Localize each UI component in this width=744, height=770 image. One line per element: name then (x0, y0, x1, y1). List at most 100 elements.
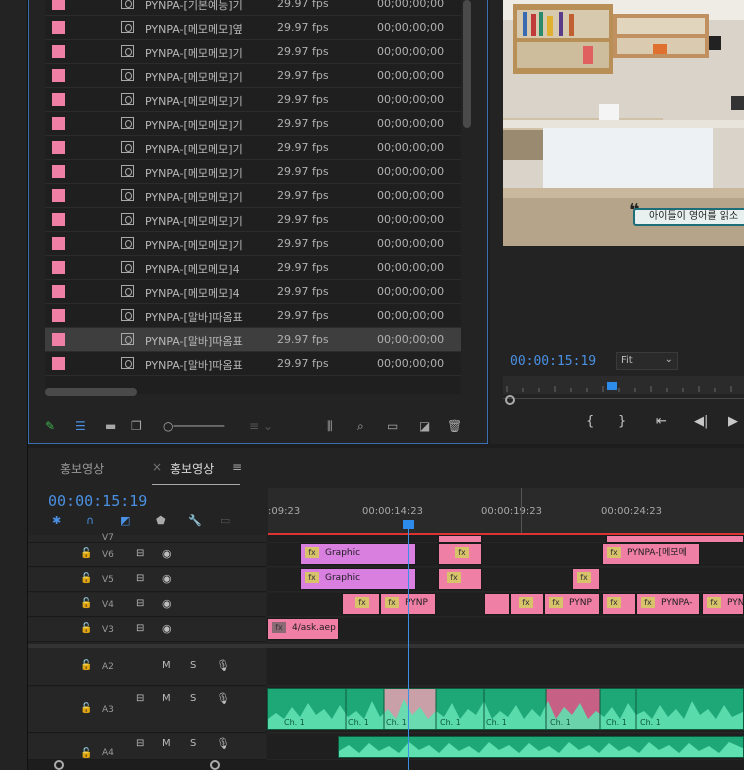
label-color-swatch[interactable] (52, 0, 65, 10)
project-item-row[interactable]: PYNPA-[기본예능]기 29.97 fps 00;00;00;00 (45, 0, 461, 16)
clip-pyn-v4[interactable]: fx PYN (702, 593, 744, 615)
scroll-handle-right[interactable] (210, 760, 220, 770)
mic-icon[interactable]: 🎙 (216, 737, 230, 750)
lane-a2[interactable] (267, 648, 744, 686)
project-item-row[interactable]: PYNPA-[메모메모]기 29.97 fps 00;00;00;00 (45, 232, 461, 256)
mark-out-button[interactable]: } (618, 414, 626, 429)
sync-lock-icon[interactable]: ⊟ (136, 573, 144, 584)
monitor-time-ruler[interactable] (503, 376, 744, 394)
clip-v6[interactable]: fx (438, 543, 482, 565)
project-item-row[interactable]: PYNPA-[메모메모]기 29.97 fps 00;00;00;00 (45, 88, 461, 112)
timeline-scrollbar[interactable] (28, 760, 744, 770)
label-color-swatch[interactable] (52, 333, 65, 346)
audio-clip-a4[interactable] (338, 736, 744, 758)
step-back-button[interactable]: ◀| (694, 414, 708, 429)
clip-v7[interactable] (438, 535, 482, 543)
clip-v4[interactable]: fx (342, 593, 380, 615)
label-color-swatch[interactable] (52, 189, 65, 202)
timeline-ruler[interactable]: :09:23 00:00:14:23 00:00:19:23 00:00:24:… (268, 488, 744, 534)
project-item-list[interactable]: PYNPA-[기본예능]기 29.97 fps 00;00;00;00 PYNPA-[… (45, 0, 461, 394)
list-view-icon[interactable]: ☰ (75, 419, 86, 433)
lock-icon[interactable]: 🔓 (80, 573, 92, 584)
trash-icon[interactable]: 🗑 (447, 419, 462, 433)
label-color-swatch[interactable] (52, 237, 65, 250)
freeform-view-icon[interactable]: ❐ (131, 419, 142, 433)
timeline-playhead-line[interactable] (408, 520, 409, 770)
label-color-swatch[interactable] (52, 45, 65, 58)
project-item-row[interactable]: PYNPA-[메모메모]기 29.97 fps 00;00;00;00 (45, 160, 461, 184)
project-item-row[interactable]: PYNPA-[메모메모]기 29.97 fps 00;00;00;00 (45, 184, 461, 208)
eye-icon[interactable]: ◉ (162, 547, 172, 560)
clip-v4[interactable]: fx (510, 593, 544, 615)
go-to-in-button[interactable]: ⇤ (656, 414, 667, 429)
label-color-swatch[interactable] (52, 21, 65, 34)
clip-v7[interactable] (606, 535, 744, 543)
marker-icon[interactable]: ⬟ (156, 514, 166, 527)
mic-icon[interactable]: 🎙 (216, 659, 230, 672)
clip-ask-v3[interactable]: fx 4/ask.aep (267, 618, 339, 640)
snap-icon[interactable]: ✱ (52, 514, 61, 527)
scroll-handle-left[interactable] (54, 760, 64, 770)
mute-button[interactable]: M (162, 660, 171, 671)
monitor-playhead[interactable] (607, 382, 617, 390)
project-item-row[interactable]: PYNPA-[메모메모]기 29.97 fps 00;00;00;00 (45, 64, 461, 88)
magnet-icon[interactable]: ∩ (86, 514, 94, 527)
project-item-row[interactable]: PYNPA-[메모메모]기 29.97 fps 00;00;00;00 (45, 40, 461, 64)
solo-button[interactable]: S (190, 660, 196, 671)
icon-view-icon[interactable]: ▬ (105, 419, 116, 433)
clip-v4[interactable]: fx (602, 593, 636, 615)
project-item-row[interactable]: PYNPA-[메모메모]옆 29.97 fps 00;00;00;00 (45, 16, 461, 40)
automate-to-sequence-icon[interactable]: ⫼ (327, 419, 333, 434)
project-horizontal-scrollbar[interactable] (45, 388, 137, 396)
sync-lock-icon[interactable]: ⊟ (136, 693, 144, 704)
label-color-swatch[interactable] (52, 69, 65, 82)
label-color-swatch[interactable] (52, 117, 65, 130)
mic-icon[interactable]: 🎙 (216, 692, 230, 705)
label-color-swatch[interactable] (52, 357, 65, 370)
wrench-icon[interactable]: 🔧 (188, 514, 202, 527)
sequence-timecode[interactable]: 00:00:15:19 (48, 492, 147, 510)
linked-selection-icon[interactable]: ◩ (120, 514, 130, 527)
eye-icon[interactable]: ◉ (162, 597, 172, 610)
find-icon[interactable]: ⌕ (357, 419, 364, 434)
new-item-icon[interactable]: ◪ (419, 419, 430, 433)
scroll-handle[interactable] (505, 395, 515, 405)
project-item-row[interactable]: PYNPA-[메모메모]기 29.97 fps 00;00;00;00 (45, 136, 461, 160)
lock-icon[interactable]: 🔓 (80, 623, 92, 634)
zoom-fit-select[interactable]: Fit ⌄ (616, 352, 678, 370)
clip-pynp-v4[interactable]: fx PYNP (544, 593, 600, 615)
eye-icon[interactable]: ◉ (162, 572, 172, 585)
clip-v5[interactable]: fx (572, 568, 600, 590)
zoom-slider[interactable]: ○─────── (163, 419, 224, 433)
lock-icon[interactable]: 🔓 (80, 703, 92, 714)
project-item-row[interactable]: PYNPA-[메모메모]기 29.97 fps 00;00;00;00 (45, 208, 461, 232)
close-icon[interactable]: × (152, 460, 162, 474)
eye-icon[interactable]: ◉ (162, 622, 172, 635)
mute-button[interactable]: M (162, 738, 171, 749)
project-item-row[interactable]: PYNPA-[말바]따옴표 29.97 fps 00;00;00;00 (45, 352, 461, 376)
label-color-swatch[interactable] (52, 165, 65, 178)
captions-icon[interactable]: ▭ (220, 514, 230, 527)
label-color-swatch[interactable] (52, 213, 65, 226)
timeline-playhead[interactable] (403, 520, 414, 529)
clip-graphic-v5[interactable]: fx Graphic (300, 568, 416, 590)
project-item-row[interactable]: PYNPA-[메모메모]4 29.97 fps 00;00;00;00 (45, 280, 461, 304)
lock-icon[interactable]: 🔓 (80, 548, 92, 559)
label-color-swatch[interactable] (52, 261, 65, 274)
pencil-icon[interactable]: ✎ (45, 419, 55, 433)
sync-lock-icon[interactable]: ⊟ (136, 598, 144, 609)
mute-button[interactable]: M (162, 693, 171, 704)
sync-lock-icon[interactable]: ⊟ (136, 623, 144, 634)
clip-pynpa-v6[interactable]: fx PYNPA-[메모메 (602, 543, 700, 565)
tab-sequence-inactive[interactable]: 홍보영상 (60, 460, 104, 477)
sync-lock-icon[interactable]: ⊟ (136, 548, 144, 559)
mark-in-button[interactable]: { (586, 414, 594, 429)
monitor-zoom-scrollbar[interactable] (503, 395, 744, 405)
label-color-swatch[interactable] (52, 285, 65, 298)
clip-v5[interactable]: fx (438, 568, 482, 590)
project-item-row[interactable]: PYNPA-[메모메모]기 29.97 fps 00;00;00;00 (45, 112, 461, 136)
project-vertical-scrollbar[interactable] (463, 0, 471, 128)
project-item-row[interactable]: PYNPA-[말바]따옴표 29.97 fps 00;00;00;00 (45, 328, 461, 352)
lock-icon[interactable]: 🔓 (80, 598, 92, 609)
lock-icon[interactable]: 🔓 (80, 748, 92, 759)
